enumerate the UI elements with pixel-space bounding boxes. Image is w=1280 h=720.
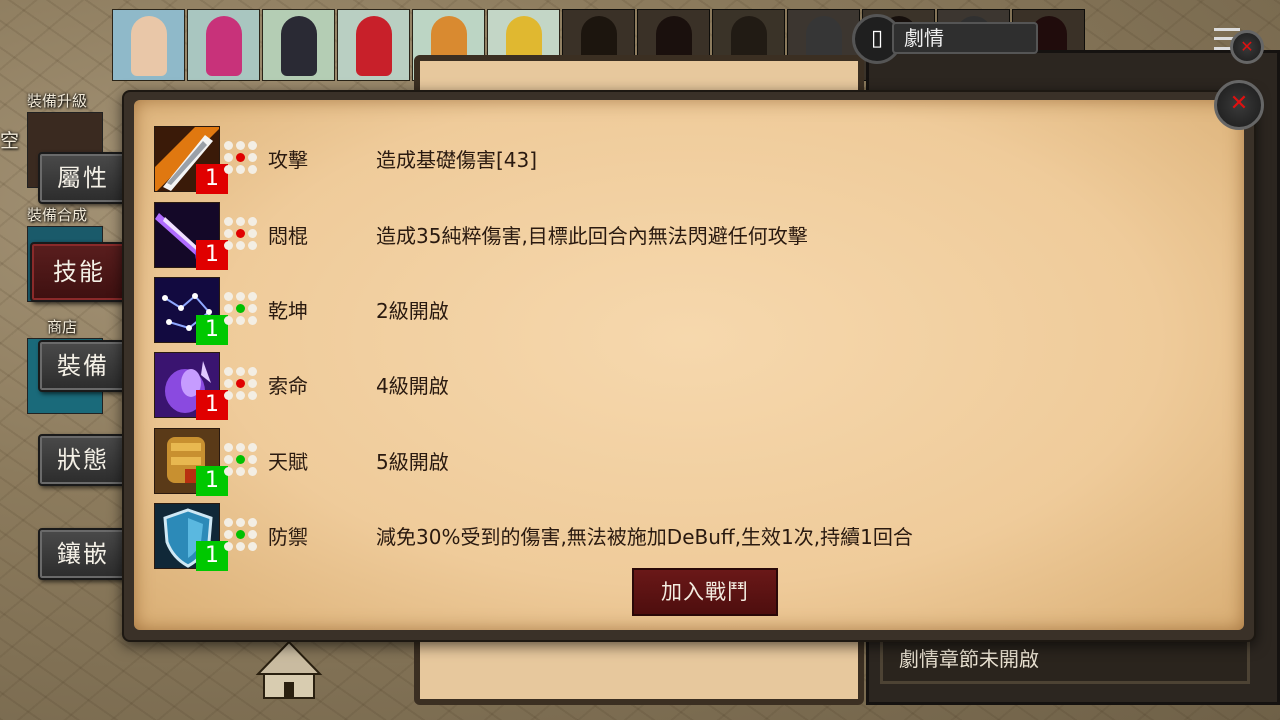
skill-slot-dots bbox=[224, 289, 260, 329]
skill-slot-dots bbox=[224, 364, 260, 404]
tab-equipment[interactable]: 裝備 bbox=[38, 340, 128, 392]
hero-portrait[interactable] bbox=[187, 9, 260, 81]
story-title: 劇情 bbox=[892, 22, 1038, 54]
story-chapter-status: 劇情章節未開啟 bbox=[880, 636, 1250, 684]
tab-status[interactable]: 狀態 bbox=[38, 434, 128, 486]
tab-inlay[interactable]: 鑲嵌 bbox=[38, 528, 128, 580]
join-battle-button[interactable]: 加入戰鬥 bbox=[632, 568, 778, 616]
skill-row[interactable]: 1 悶棍 造成35純粹傷害,目標此回合內無法閃避任何攻擊 bbox=[154, 202, 1054, 270]
shop-label: 商店 bbox=[47, 318, 78, 336]
skill-slot-dots bbox=[224, 515, 260, 555]
skill-row[interactable]: 1 天賦 5級開啟 bbox=[154, 428, 1054, 496]
skill-name: 防禦 bbox=[268, 525, 308, 549]
skill-row[interactable]: 1 乾坤 2級開啟 bbox=[154, 277, 1054, 345]
skill-row[interactable]: 1 防禦 減免30%受到的傷害,無法被施加DeBuff,生效1次,持續1回合 bbox=[154, 503, 1054, 571]
hero-portrait[interactable] bbox=[337, 9, 410, 81]
skill-description: 減免30%受到的傷害,無法被施加DeBuff,生效1次,持續1回合 bbox=[376, 525, 913, 549]
skill-description: 造成35純粹傷害,目標此回合內無法閃避任何攻擊 bbox=[376, 224, 808, 248]
tab-attributes[interactable]: 屬性 bbox=[38, 152, 128, 204]
skill-name: 乾坤 bbox=[268, 299, 308, 323]
skill-slot-dots bbox=[224, 440, 260, 480]
equip-synth-label: 裝備合成 bbox=[27, 206, 88, 224]
hero-portrait[interactable] bbox=[262, 9, 335, 81]
close-icon[interactable]: ✕ bbox=[1230, 30, 1264, 64]
map-village-icon[interactable] bbox=[254, 640, 324, 700]
skill-name: 索命 bbox=[268, 374, 308, 398]
story-header: ▯ 劇情 bbox=[852, 14, 1038, 64]
skill-name: 攻擊 bbox=[268, 148, 308, 172]
skill-name: 天賦 bbox=[268, 450, 308, 474]
skill-slot-dots bbox=[224, 214, 260, 254]
hero-portrait[interactable] bbox=[112, 9, 185, 81]
partial-label: 空 bbox=[0, 130, 20, 152]
skill-description: 4級開啟 bbox=[376, 374, 449, 398]
skill-description: 5級開啟 bbox=[376, 450, 449, 474]
skill-row[interactable]: 1 索命 4級開啟 bbox=[154, 352, 1054, 420]
skill-name: 悶棍 bbox=[268, 224, 308, 248]
equip-upgrade-label: 裝備升級 bbox=[27, 92, 88, 110]
skill-description: 2級開啟 bbox=[376, 299, 449, 323]
skill-description: 造成基礎傷害[43] bbox=[376, 148, 538, 172]
skill-row[interactable]: 1 攻擊 造成基礎傷害[43] bbox=[154, 126, 1054, 194]
tab-skills[interactable]: 技能 bbox=[30, 242, 128, 302]
skill-slot-dots bbox=[224, 138, 260, 178]
close-dialog-icon[interactable]: ✕ bbox=[1214, 80, 1264, 130]
